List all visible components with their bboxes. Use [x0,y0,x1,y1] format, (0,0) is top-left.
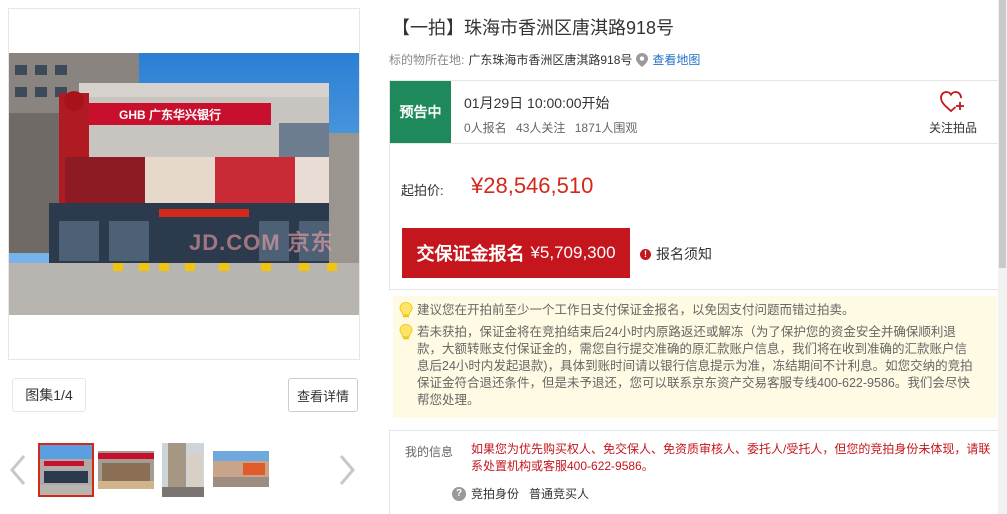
deposit-amount: ¥5,709,300 [530,243,616,262]
tip-item: 若未获拍，保证金将在竞拍结束后24小时内原路返还或解冻（为了保护您的资金安全并确… [399,324,979,409]
location-address: 广东珠海市香洲区唐淇路918号 [468,53,633,67]
building-photo: GHB 广东华兴银行 [9,53,359,315]
chevron-left-icon [10,455,26,485]
start-time: 01月29日 10:00:00开始 [464,95,610,111]
location-pin-icon [636,52,649,67]
page-scrollbar[interactable] [998,0,1007,514]
auction-title: 【一拍】珠海市香洲区唐淇路918号 [392,18,675,38]
heart-plus-icon [940,91,964,112]
pay-deposit-button[interactable]: 交保证金报名 ¥5,709,300 [402,228,630,278]
thumbnail-image [98,443,154,497]
thumbnail-2[interactable] [98,443,154,497]
view-details-button[interactable]: 查看详情 [288,378,358,412]
main-image-frame: GHB 广东华兴银行 JD.COM 京东 [8,8,360,360]
thumbnail-image [162,443,204,497]
tip-text: 若未获拍，保证金将在竞拍结束后24小时内原路返还或解冻（为了保护您的资金安全并确… [417,325,973,407]
bank-sign-text: GHB 广东华兴银行 [119,107,221,122]
thumbnail-image [213,443,269,497]
chevron-right-icon [339,455,355,485]
help-icon[interactable]: ? [452,486,466,501]
warning-icon: ! [640,248,651,260]
auction-stats: 0人报名 43人关注 1871人围观 [464,119,643,136]
watermark-text: JD.COM 京东 [189,230,334,255]
tips-box: 建议您在开拍前至少一个工作日支付保证金报名，以免因支付问题而错过拍卖。 若未获拍… [393,296,997,418]
registration-notice-label: 报名须知 [656,246,712,262]
price-panel: 起拍价: ¥28,546,510 交保证金报名 ¥5,709,300 ! 报名须… [389,144,999,290]
bid-identity-value: 普通竞买人 [529,487,590,501]
tip-text: 建议您在开拍前至少一个工作日支付保证金报名，以免因支付问题而错过拍卖。 [417,303,855,317]
thumbnail-4[interactable] [213,443,269,497]
watch-count: 1871人围观 [574,121,638,135]
follow-item-button[interactable]: 关注拍品 [918,91,988,136]
main-property-image[interactable]: GHB 广东华兴银行 JD.COM 京东 [9,53,359,315]
location-label: 标的物所在地: [389,53,465,67]
status-badge: 预告中 [390,81,451,143]
bid-identity-row: ? 竞拍身份 普通竞买人 [452,485,589,502]
start-price-label: 起拍价: [401,183,444,198]
start-price: ¥28,546,510 [471,173,594,198]
thumbnail-3[interactable] [162,443,204,497]
tip-item: 建议您在开拍前至少一个工作日支付保证金报名，以免因支付问题而错过拍卖。 [399,302,979,323]
view-map-link[interactable]: 查看地图 [652,51,700,68]
lightbulb-icon [399,324,413,340]
signup-count: 0人报名 [464,121,507,135]
auction-status-panel: 预告中 01月29日 10:00:00开始 0人报名 43人关注 1871人围观… [389,80,999,144]
location-row: 标的物所在地: 广东珠海市香洲区唐淇路918号 查看地图 [389,51,700,68]
thumbnail-image [40,445,92,495]
follow-count: 43人关注 [516,121,566,135]
lightbulb-icon [399,302,413,318]
my-info-panel: 我的信息 如果您为优先购买权人、免交保人、免资质审核人、委托人/受托人，但您的竞… [389,430,999,514]
gallery-next-button[interactable] [335,452,359,488]
deposit-button-label: 交保证金报名 [416,244,525,264]
my-info-label: 我的信息 [405,445,454,459]
bid-identity-label: 竞拍身份 [471,487,520,501]
thumbnail-1[interactable] [38,443,94,497]
gallery-prev-button[interactable] [6,452,30,488]
my-info-warning: 如果您为优先购买权人、免交保人、免资质审核人、委托人/受托人，但您的竞拍身份未体… [471,442,991,473]
album-counter[interactable]: 图集1/4 [12,378,86,412]
registration-notice-link[interactable]: ! 报名须知 [640,244,712,264]
follow-label: 关注拍品 [928,121,977,135]
scrollbar-thumb[interactable] [999,0,1006,268]
